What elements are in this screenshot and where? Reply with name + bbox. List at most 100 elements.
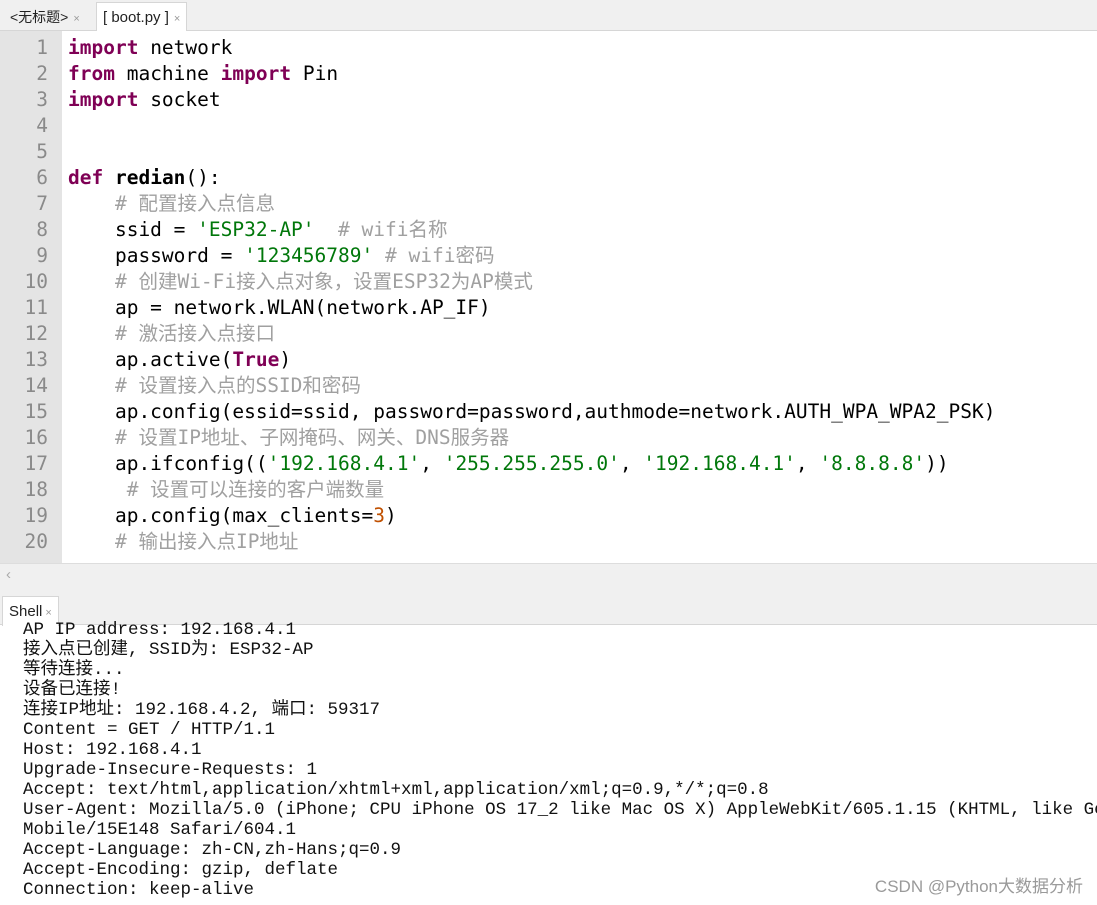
line-number: 15: [24, 400, 48, 423]
code-token: ap.config(max_clients=: [68, 504, 374, 527]
shell-line: 接入点已创建, SSID为: ESP32-AP: [23, 640, 314, 660]
keyword: from: [68, 62, 115, 85]
code-text: ssid = 'ESP32-AP' # wifi名称: [68, 217, 448, 243]
shell-line: Upgrade-Insecure-Requests: 1: [23, 760, 318, 780]
code-text: ap = network.WLAN(network.AP_IF): [68, 295, 491, 321]
code-token: password =: [68, 244, 245, 267]
line-number: 16: [24, 426, 48, 449]
code-token: ,: [420, 452, 444, 475]
keyword: import: [220, 62, 292, 85]
line-number: 5: [36, 140, 48, 163]
code-token: ap = network.WLAN(network.AP_IF): [68, 296, 491, 319]
comment: # 设置可以连接的客户端数量: [126, 478, 385, 501]
code-text: # 设置IP地址、子网掩码、网关、DNS服务器: [68, 425, 509, 451]
line-number: 20: [24, 530, 48, 553]
code-text: def redian():: [68, 165, 221, 191]
comment: # 设置IP地址、子网掩码、网关、DNS服务器: [114, 426, 510, 449]
line-number: 2: [36, 62, 48, 85]
code-text: import socket: [68, 87, 221, 113]
horizontal-scrollbar[interactable]: ‹: [0, 563, 1097, 589]
string-literal: '192.168.4.1': [267, 452, 421, 475]
code-token: network: [138, 36, 233, 59]
line-number: 1: [36, 36, 48, 59]
code-token: socket: [138, 88, 221, 111]
line-number: 18: [24, 478, 48, 501]
tab-label: <无标题>: [10, 9, 69, 25]
tab-boot-py[interactable]: [ boot.py ] ×: [96, 2, 188, 31]
line-number: 6: [36, 166, 48, 189]
code-token: Pin: [291, 62, 339, 85]
shell-line: Mobile/15E148 Safari/604.1: [23, 820, 297, 840]
close-icon[interactable]: ×: [174, 13, 180, 25]
tab-label: [ boot.py ]: [103, 9, 169, 26]
shell-line: AP IP address: 192.168.4.1: [23, 620, 297, 640]
code-editor[interactable]: 1 import network 2 from machine import Pin 3…: [0, 31, 1097, 563]
comment: # wifi密码: [385, 244, 495, 267]
close-icon[interactable]: ×: [45, 607, 51, 619]
tab-untitled[interactable]: <无标题> ×: [4, 4, 86, 30]
number-literal: 3: [373, 504, 385, 527]
comment: # 输出接入点IP地址: [114, 530, 299, 553]
code-text: # 设置可以连接的客户端数量: [68, 477, 384, 503]
line-number: 7: [36, 192, 48, 215]
watermark: CSDN @Python大数据分析: [874, 877, 1083, 896]
line-number: 10: [24, 270, 48, 293]
line-number: 19: [24, 504, 48, 527]
keyword: True: [232, 348, 280, 371]
shell-line: 等待连接...: [23, 660, 125, 680]
code-text: ap.active(True): [68, 347, 291, 373]
code-text: ap.ifconfig(('192.168.4.1', '255.255.255…: [68, 451, 949, 477]
shell-line: Accept-Language: zh-CN,zh-Hans;q=0.9: [23, 840, 402, 860]
string-literal: '8.8.8.8': [819, 452, 926, 475]
string-literal: '255.255.255.0': [443, 452, 620, 475]
string-literal: '123456789': [244, 244, 374, 267]
code-text: # 配置接入点信息: [68, 191, 275, 217]
editor-tab-bar: <无标题> × [ boot.py ] ×: [0, 0, 1097, 31]
code-text: # 创建Wi-Fi接入点对象，设置ESP32为AP模式: [68, 269, 533, 295]
shell-line: User-Agent: Mozilla/5.0 (iPhone; CPU iPh…: [23, 800, 1097, 820]
comment: # 配置接入点信息: [114, 192, 275, 215]
code-token: ,: [795, 452, 820, 475]
comment: # 设置接入点的SSID和密码: [114, 374, 361, 397]
line-number: 3: [36, 88, 48, 111]
code-text: # 激活接入点接口: [68, 321, 275, 347]
line-number: 17: [24, 452, 48, 475]
shell-line: 连接IP地址: 192.168.4.2, 端口: 59317: [23, 700, 381, 720]
shell-output[interactable]: AP IP address: 192.168.4.1 接入点已创建, SSID为:…: [0, 620, 1097, 905]
code-text: # 设置接入点的SSID和密码: [68, 373, 361, 399]
function-name: redian: [114, 166, 186, 189]
code-token: ,: [619, 452, 644, 475]
code-token: ():: [185, 166, 221, 189]
line-number: 9: [36, 244, 48, 267]
code-token: ap.config(essid=ssid, password=password,…: [68, 400, 996, 423]
tab-label: Shell: [9, 603, 43, 620]
code-token: ssid =: [68, 218, 198, 241]
code-token: ): [385, 504, 397, 527]
code-token: machine: [114, 62, 221, 85]
line-number: 11: [24, 296, 48, 319]
shell-line: 设备已连接!: [23, 680, 122, 700]
code-text: import network: [68, 35, 232, 61]
shell-line: Connection: keep-alive: [23, 880, 255, 900]
code-text: from machine import Pin: [68, 61, 338, 87]
line-number: 14: [24, 374, 48, 397]
shell-line: Host: 192.168.4.1: [23, 740, 202, 760]
code-token: )): [925, 452, 949, 475]
keyword: def: [68, 166, 104, 189]
line-number: 12: [24, 322, 48, 345]
code-token: ): [279, 348, 292, 371]
code-text: # 输出接入点IP地址: [68, 529, 298, 555]
close-icon[interactable]: ×: [73, 13, 79, 25]
code-text: password = '123456789' # wifi密码: [68, 243, 495, 269]
chevron-left-icon[interactable]: ‹: [6, 566, 11, 583]
keyword: import: [68, 88, 139, 111]
code-token: ap.ifconfig((: [68, 452, 268, 475]
string-literal: 'ESP32-AP': [197, 218, 315, 241]
